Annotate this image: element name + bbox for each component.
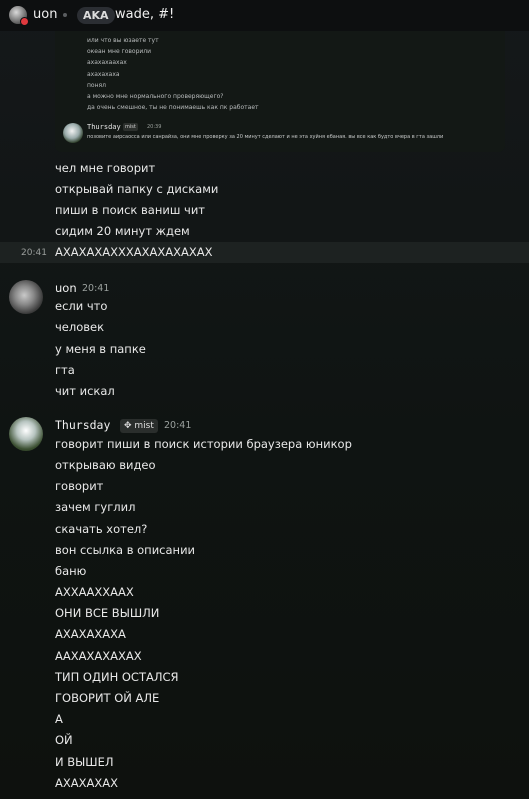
message-line: открываю видео (55, 458, 156, 472)
role-badge: ✥ mist (120, 419, 158, 433)
author-name[interactable]: uon (55, 281, 77, 295)
message-line: гта (55, 363, 75, 377)
message-line: ОЙ (55, 733, 73, 747)
embed-line: океан мне говорили (87, 48, 152, 55)
message-line: АХХААХХААХ (55, 585, 134, 599)
embed-line: ахахахаха (87, 71, 120, 78)
embed-line: или что вы юзаете тут (87, 37, 159, 44)
uon-avatar[interactable] (9, 280, 43, 314)
embed-reply-text: позовите аирсаосса или санрайза, они мне… (87, 134, 444, 140)
message-time: 20:41 (164, 420, 192, 431)
message-line: ТИП ОДИН ОСТАЛСЯ (55, 670, 179, 684)
message-line: ГОВОРИТ ОЙ АЛЕ (55, 691, 160, 705)
message-line: зачем гуглил (55, 500, 136, 514)
embed-reply-time: 20:39 (147, 124, 162, 130)
aka-badge: AKA (77, 7, 115, 24)
message-line: пиши в поиск ваниш чит (55, 203, 205, 217)
message-line: ААХАХАХАХАХ (55, 649, 142, 663)
embed-line: понял (87, 82, 106, 89)
message-line: у меня в папке (55, 342, 146, 356)
message-line: А (55, 712, 63, 726)
embed-line: а можно мне нормального проверяющего? (87, 93, 224, 100)
message-time: 20:41 (82, 283, 110, 294)
message-line: человек (55, 320, 105, 334)
message-line: открывай папку с дисками (55, 182, 219, 196)
channel-header: uon AKA wade, #! (0, 0, 529, 31)
aka-names: wade, #! (115, 7, 175, 22)
embed-reply-tag: mist (123, 123, 138, 131)
embed-line: ахахахаахах (87, 59, 127, 66)
role-badge-label: mist (134, 421, 154, 431)
message-line: АХАХАХАХХХАХАХАХАХАХ (55, 245, 213, 259)
message-line: скачать хотел? (55, 522, 148, 536)
author-name[interactable]: Thursday (55, 418, 110, 432)
message-line: если что (55, 299, 108, 313)
message-line: чит искал (55, 384, 115, 398)
embed-reply-author: Thursday (87, 123, 121, 131)
embed-reply-avatar (63, 123, 83, 143)
message-line: сидим 20 минут ждем (55, 224, 190, 238)
message-line: баню (55, 564, 87, 578)
message-line: чел мне говорит (55, 161, 156, 175)
embed-line: да очень смешное, ты не понимаешь как пк… (87, 104, 259, 111)
status-dot-icon (20, 17, 29, 26)
thursday-avatar[interactable] (9, 417, 43, 451)
message-line: ОНИ ВСЕ ВЫШЛИ (55, 606, 160, 620)
message-timestamp: 20:41 (21, 248, 47, 258)
message-line: АХАХАХАХ (55, 776, 118, 790)
message-line: вон ссылка в описании (55, 543, 196, 557)
quoted-embed: или что вы юзаете тут океан мне говорили… (55, 31, 505, 152)
header-username[interactable]: uon (33, 7, 57, 22)
message-line: АХАХАХАХА (55, 627, 126, 641)
message-line: говорит (55, 479, 104, 493)
message-line: говорит пиши в поиск истории браузера юн… (55, 437, 352, 451)
separator-dot (63, 13, 67, 17)
message-line: И ВЫШЕЛ (55, 755, 114, 769)
